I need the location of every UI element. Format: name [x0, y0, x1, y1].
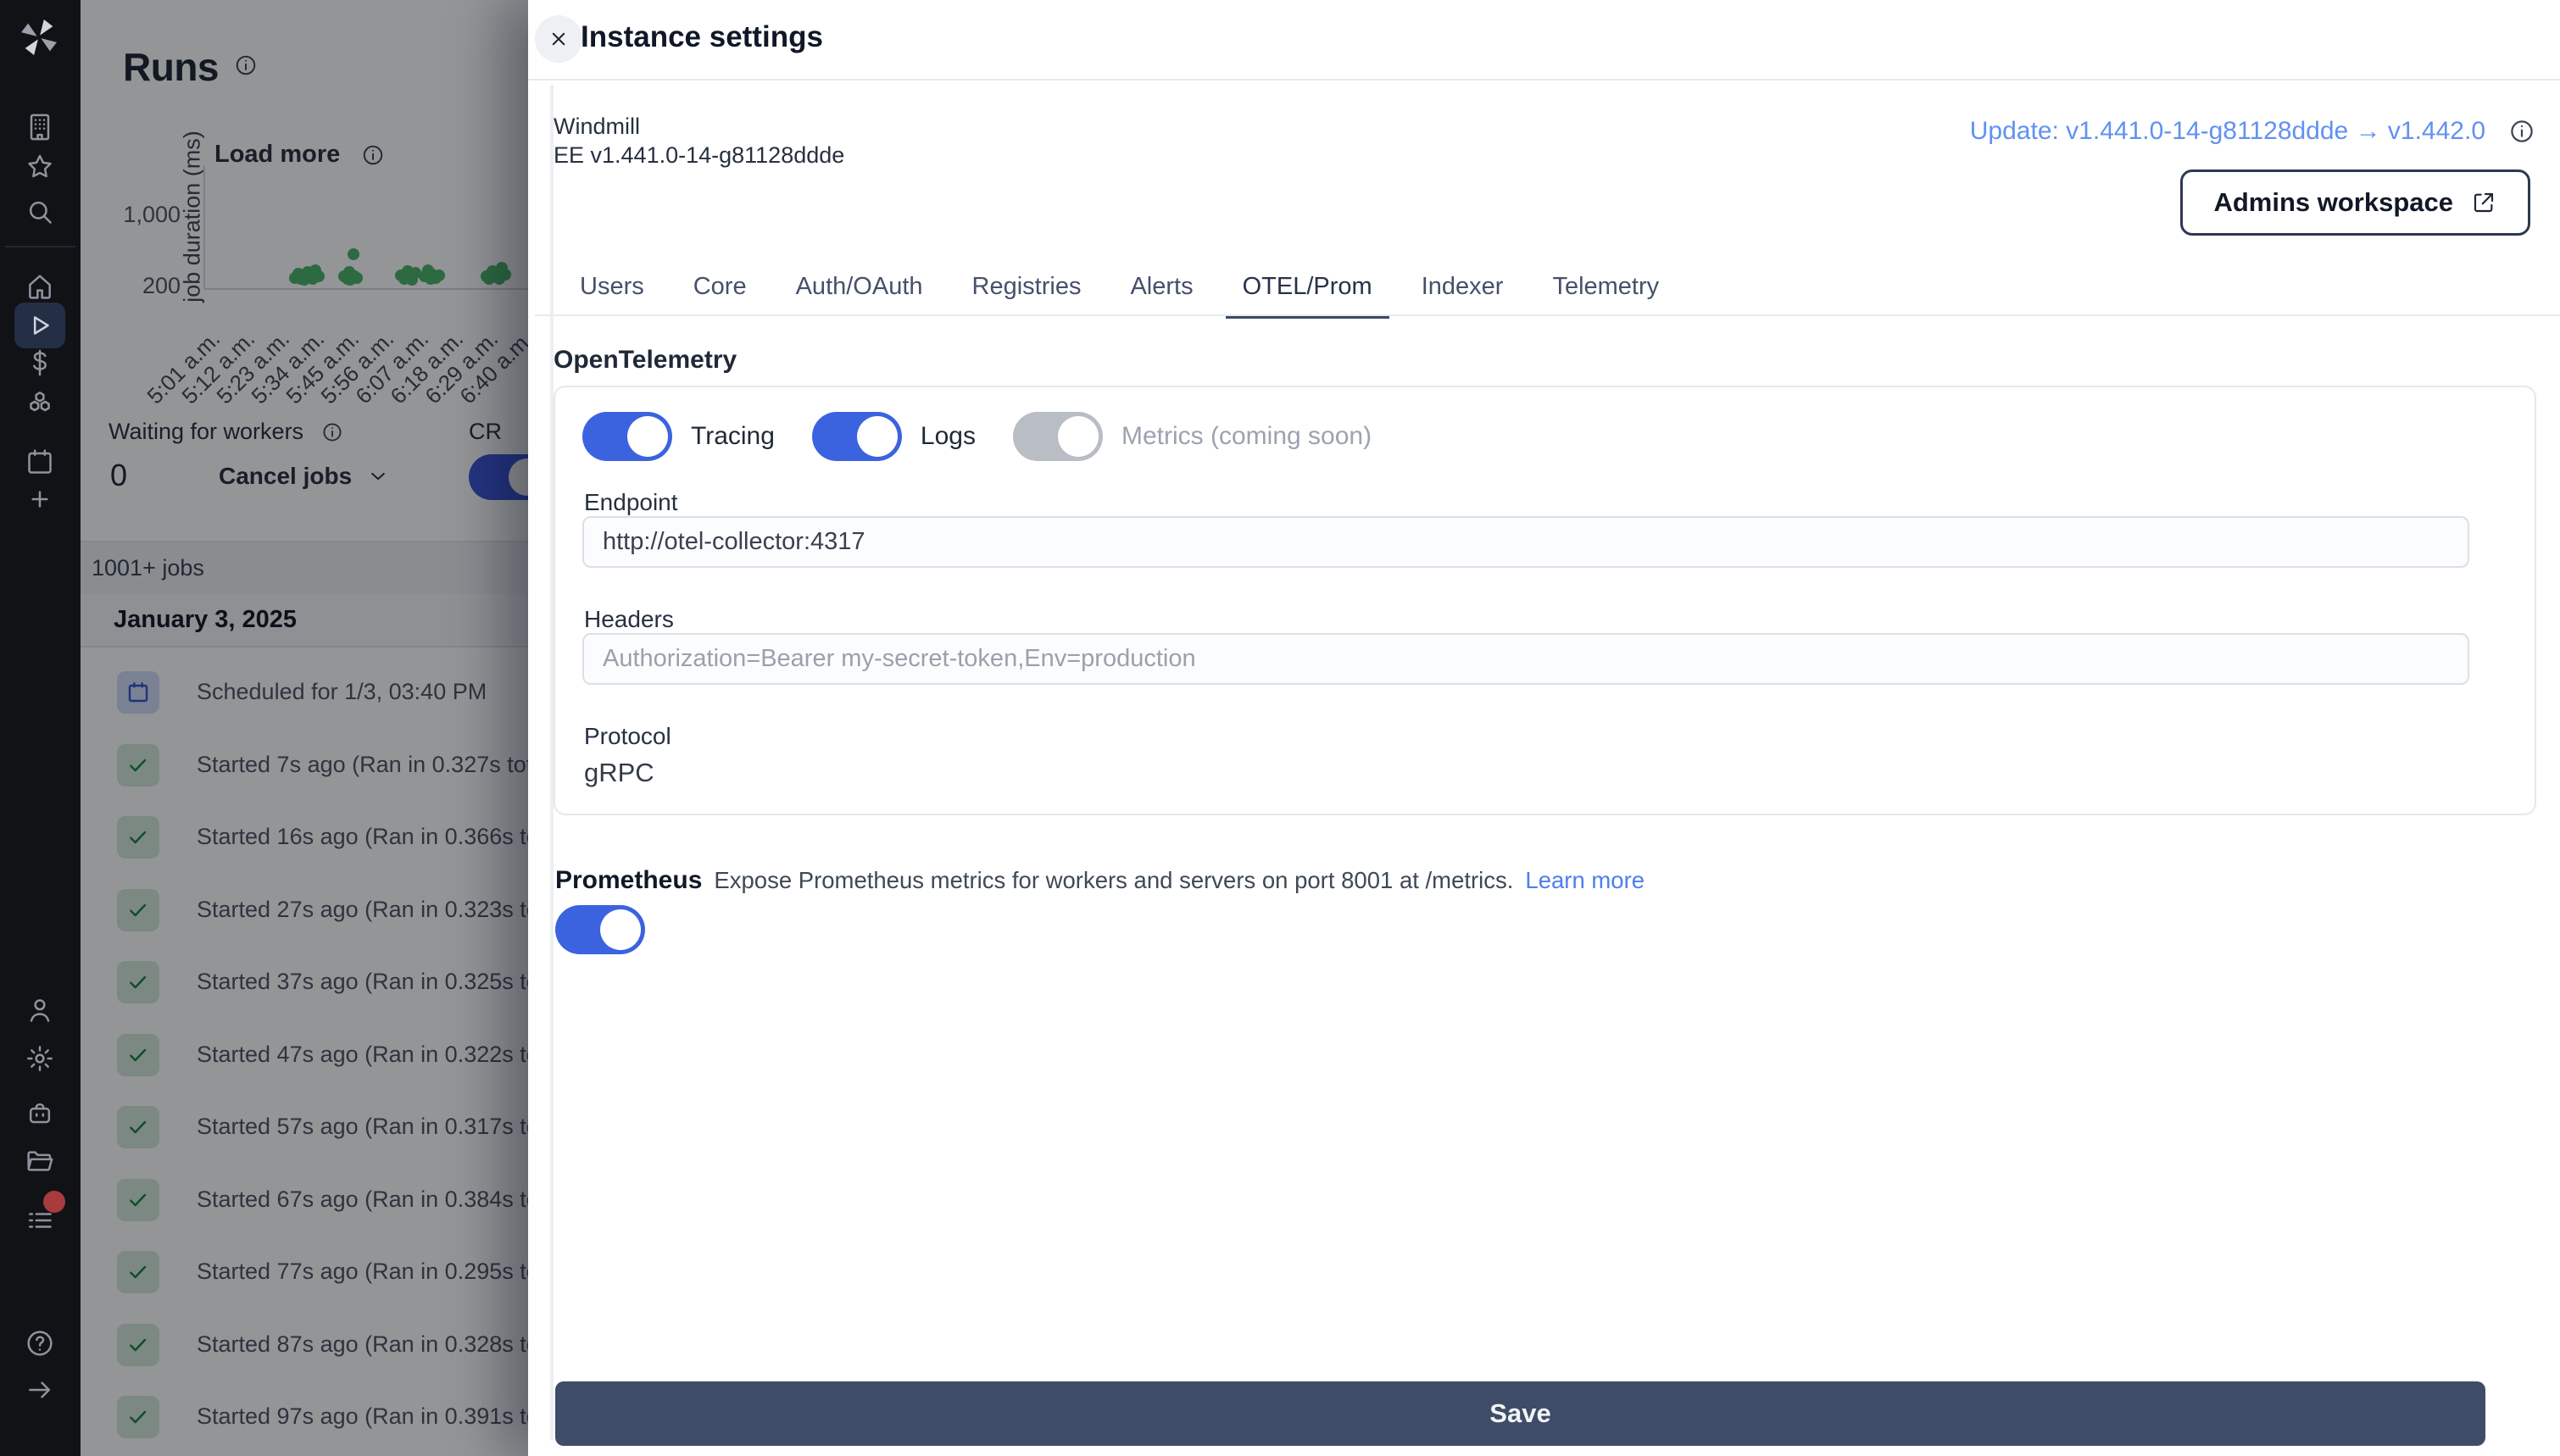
sidebar-item-search-icon[interactable] [14, 189, 65, 235]
toggle-knob [600, 909, 641, 950]
windmill-logo-icon[interactable] [15, 14, 63, 61]
sidebar-item-list-icon[interactable] [14, 1191, 65, 1243]
tab-registries[interactable]: Registries [955, 273, 1099, 319]
sidebar-item-star-icon[interactable] [14, 145, 65, 191]
logs-toggle[interactable] [811, 412, 902, 461]
sidebar-item-dollar-icon[interactable] [14, 340, 65, 386]
sidebar-item-user-icon[interactable] [14, 987, 65, 1033]
external-link-icon [2470, 189, 2497, 216]
admins-workspace-button[interactable]: Admins workspace [2180, 169, 2530, 236]
toggle-knob [856, 416, 898, 457]
sidebar-item-robot-icon[interactable] [14, 1091, 65, 1136]
settings-tabs: Users Core Auth/OAuth Registries Alerts OTEL/… [563, 273, 1676, 319]
tab-alerts[interactable]: Alerts [1113, 273, 1210, 319]
endpoint-input[interactable] [582, 516, 2469, 568]
info-icon[interactable] [2507, 117, 2536, 146]
toggle-knob [1057, 416, 1099, 457]
close-button[interactable] [535, 15, 582, 63]
prometheus-description: Expose Prometheus metrics for workers an… [714, 867, 1514, 893]
app-name: Windmill [554, 114, 641, 139]
save-label: Save [1489, 1398, 1551, 1428]
opentelemetry-heading: OpenTelemetry [554, 346, 737, 374]
prometheus-heading: Prometheus [555, 866, 703, 894]
toggle-item: Logs [811, 412, 976, 461]
otel-toggle-group: Tracing Logs Metrics (coming soon) [582, 412, 1372, 461]
version-string: EE v1.441.0-14-g81128ddde [554, 142, 845, 168]
app-root: Runs job duration (ms) 1,000 200 Load mo… [0, 0, 2560, 1456]
save-button[interactable]: Save [555, 1381, 2485, 1446]
toggle-item: Metrics (coming soon) [1012, 412, 1372, 461]
update-row: Update: v1.441.0-14-g81128ddde → v1.442.… [1970, 117, 2536, 146]
tab-indexer[interactable]: Indexer [1405, 273, 1521, 319]
sidebar-item-arrow-right-icon[interactable] [14, 1367, 65, 1413]
protocol-value: gRPC [584, 758, 654, 787]
tab-otel-prom[interactable]: OTEL/Prom [1225, 273, 1389, 319]
toggle-label: Logs [920, 422, 976, 450]
toggle-label: Tracing [691, 422, 775, 450]
instance-settings-drawer: Instance settings Windmill EE v1.441.0-1… [528, 0, 2560, 1456]
sidebar-item-building-icon[interactable] [14, 104, 65, 150]
toggle-label: Metrics (coming soon) [1121, 422, 1372, 450]
tab-users[interactable]: Users [563, 273, 661, 319]
app-sidebar [0, 0, 81, 1456]
metrics-coming-soon--toggle [1012, 412, 1103, 461]
learn-more-link[interactable]: Learn more [1525, 867, 1645, 894]
toggle-item: Tracing [582, 412, 775, 461]
tabs-divider [535, 314, 2560, 316]
sidebar-item-folder-icon[interactable] [14, 1138, 65, 1184]
sidebar-item-gear-icon[interactable] [14, 1036, 65, 1081]
opentelemetry-card: Tracing Logs Metrics (coming soon) Endpoin… [554, 386, 2536, 815]
sidebar-item-cubes-icon[interactable] [14, 381, 65, 427]
admins-workspace-label: Admins workspace [2213, 187, 2453, 217]
headers-label: Headers [584, 606, 674, 632]
toggle-knob [627, 416, 668, 457]
endpoint-label: Endpoint [584, 489, 678, 515]
sidebar-divider [5, 246, 75, 247]
sidebar-item-help-icon[interactable] [14, 1320, 65, 1366]
update-version-link[interactable]: Update: v1.441.0-14-g81128ddde → v1.442.… [1970, 117, 2485, 146]
version-info: Windmill EE v1.441.0-14-g81128ddde [554, 112, 844, 169]
modal-backdrop[interactable] [81, 0, 528, 1456]
drawer-title: Instance settings [581, 20, 823, 53]
prometheus-section: Prometheus Expose Prometheus metrics for… [555, 866, 1645, 895]
tab-telemetry[interactable]: Telemetry [1535, 273, 1676, 319]
headers-input[interactable] [582, 633, 2469, 685]
sidebar-item-plus-icon[interactable] [14, 476, 65, 522]
tracing-toggle[interactable] [582, 412, 672, 461]
close-icon [546, 26, 571, 52]
tab-auth-oauth[interactable]: Auth/OAuth [779, 273, 940, 319]
tab-core[interactable]: Core [676, 273, 764, 319]
notification-dot [43, 1191, 65, 1213]
protocol-label: Protocol [584, 723, 671, 749]
prometheus-toggle[interactable] [555, 905, 645, 954]
drawer-header: Instance settings [528, 0, 2560, 81]
